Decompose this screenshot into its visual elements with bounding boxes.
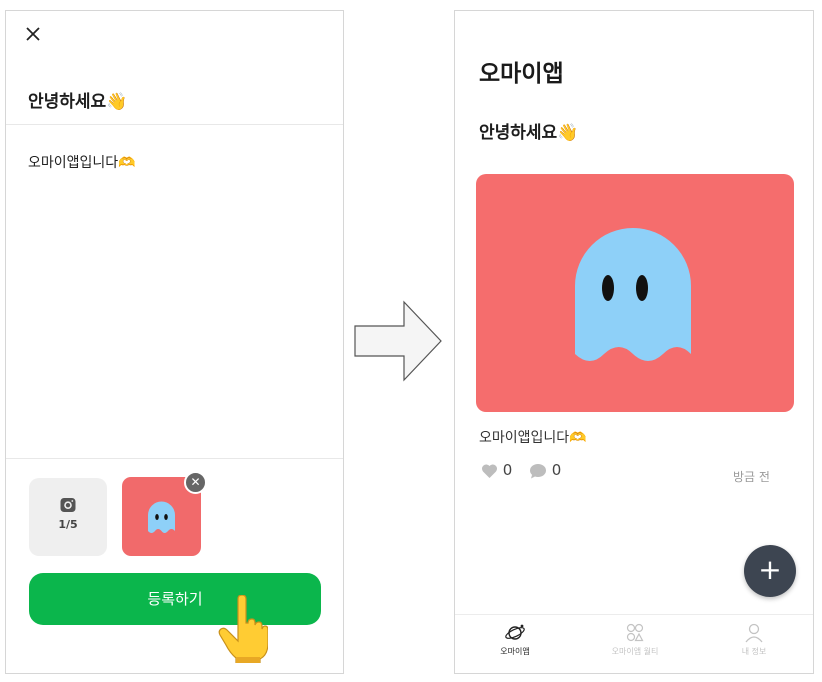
add-photo-button[interactable]: 1/5 <box>29 478 107 556</box>
photo-thumbnail[interactable]: ✕ <box>122 471 207 556</box>
close-icon <box>26 27 40 41</box>
tab-omyapp[interactable]: 오마이앱 <box>460 623 570 657</box>
comment-count: 0 <box>551 461 562 479</box>
submit-button[interactable]: 등록하기 <box>29 573 321 625</box>
feed-screen: 오마이앱 안녕하세요👋 오마이앱입니다🫶 0 0 방금 전 + 오마이앱 오마이… <box>454 10 814 674</box>
close-button[interactable] <box>22 23 44 45</box>
tab-label: 오마이앱 <box>500 647 530 656</box>
like-count: 0 <box>502 461 513 479</box>
photo-counter: 1/5 <box>58 518 78 531</box>
post-title: 안녕하세요👋 <box>479 123 579 143</box>
post-body: 오마이앱입니다🫶 <box>479 430 587 446</box>
tab-my-info[interactable]: 내 정보 <box>699 623 809 657</box>
remove-photo-button[interactable]: ✕ <box>184 471 207 494</box>
ghost-image <box>575 228 691 361</box>
app-title: 오마이앱 <box>479 61 564 87</box>
planet-icon <box>505 624 525 640</box>
bottom-tab-bar: 오마이앱 오마이앱 월티 내 정보 <box>455 614 813 675</box>
comment-button[interactable]: 0 <box>529 461 561 481</box>
post-title-input[interactable]: 안녕하세요👋 <box>28 87 127 112</box>
grid-circles-icon <box>626 623 644 642</box>
tab-label: 내 정보 <box>741 647 767 656</box>
post-image[interactable] <box>476 174 794 412</box>
pointing-hand-icon <box>218 595 268 663</box>
divider <box>6 124 343 125</box>
like-button[interactable]: 0 <box>481 461 512 481</box>
remove-icon: ✕ <box>190 475 201 489</box>
tab-label: 오마이앱 월티 <box>611 647 659 656</box>
camera-icon <box>60 498 76 512</box>
heart-icon <box>481 463 498 478</box>
person-icon <box>745 623 763 643</box>
post-body-input[interactable]: 오마이앱입니다🫶 <box>28 152 136 172</box>
tab-omyapp-more[interactable]: 오마이앱 월티 <box>580 623 690 657</box>
new-post-button[interactable]: + <box>744 545 796 597</box>
post-timestamp: 방금 전 <box>733 470 770 484</box>
arrow-right-icon <box>354 300 442 382</box>
divider <box>6 458 343 459</box>
comment-icon <box>530 463 546 478</box>
compose-screen: 안녕하세요👋 오마이앱입니다🫶 1/5 ✕ 등록하기 <box>5 10 344 674</box>
